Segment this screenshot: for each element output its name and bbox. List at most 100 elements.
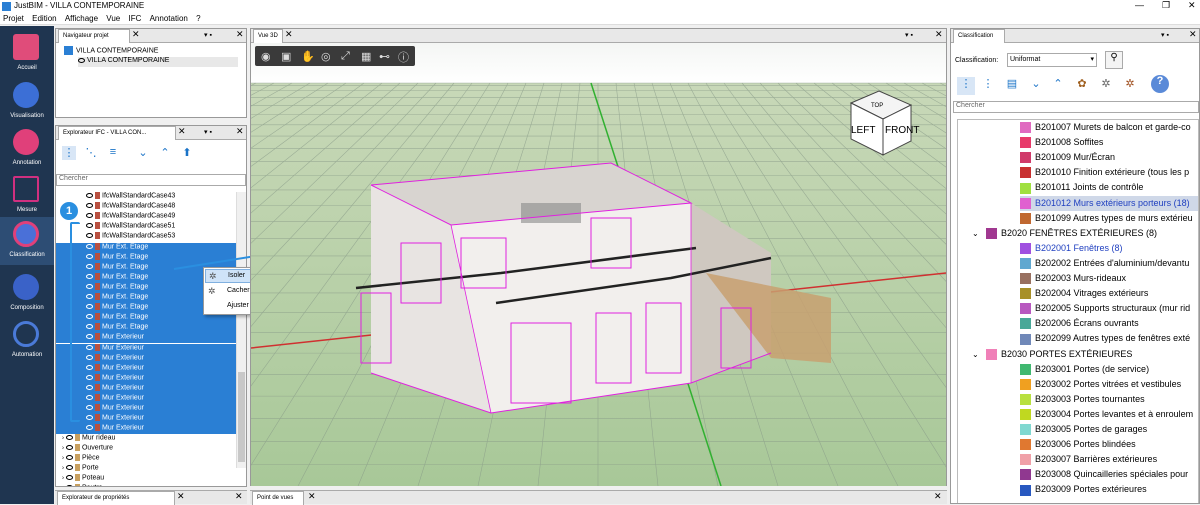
close-tab-icon[interactable]: ✕: [285, 29, 293, 40]
eye-icon[interactable]: [86, 364, 93, 370]
close-panel-icon[interactable]: ✕: [935, 29, 943, 40]
eye-icon[interactable]: [86, 415, 93, 421]
eye-icon[interactable]: [86, 243, 93, 249]
tab-classification[interactable]: Classification: [953, 29, 1005, 43]
chevron-right-icon[interactable]: ›: [62, 436, 64, 442]
table-row[interactable]: Mur Ext. Etage: [56, 252, 236, 263]
chevron-down-icon[interactable]: ⌄: [972, 347, 979, 362]
classification-row[interactable]: B203005 Portes de garages: [1020, 422, 1198, 437]
sidebar-item-composition[interactable]: Composition: [0, 270, 54, 318]
document-icon[interactable]: ▤: [1005, 77, 1019, 91]
eye-icon[interactable]: [86, 203, 93, 209]
chevron-right-icon[interactable]: ›: [62, 456, 64, 462]
classification-row[interactable]: B203002 Portes vitrées et vestibules: [1020, 377, 1198, 392]
eye-icon[interactable]: [86, 294, 93, 299]
classification-row[interactable]: B202005 Supports structuraux (mur rid: [1020, 301, 1198, 316]
tab-navigateur-projet[interactable]: Navigateur projet: [58, 29, 130, 43]
sidebar-item-annotation[interactable]: Annotation: [0, 125, 54, 173]
table-row[interactable]: IfcWallStandardCase43: [56, 192, 236, 202]
eye-icon[interactable]: [86, 354, 93, 360]
eye-icon[interactable]: [86, 253, 93, 259]
ifc-scrollbar[interactable]: [236, 192, 246, 468]
network-color-icon[interactable]: ✲: [1123, 77, 1137, 91]
classification-row[interactable]: B201008 Soffites: [1020, 135, 1198, 150]
classification-row[interactable]: B203004 Portes levantes et à enroulem: [1020, 407, 1198, 422]
close-tab-icon[interactable]: ✕: [308, 491, 316, 502]
close-tab-icon[interactable]: ✕: [178, 126, 186, 137]
close-tab-icon[interactable]: ✕: [177, 491, 185, 502]
close-panel-icon[interactable]: ✕: [1189, 29, 1197, 40]
classification-row[interactable]: B202003 Murs-rideaux: [1020, 271, 1198, 286]
nav-child[interactable]: VILLA CONTEMPORAINE: [78, 57, 238, 67]
table-row[interactable]: Mur Exterieur: [56, 343, 236, 354]
tab-vue-3d[interactable]: Vue 3D: [253, 29, 283, 43]
tree-hierarchy-icon[interactable]: ⋮: [981, 77, 995, 91]
list-item[interactable]: › Porte: [56, 464, 236, 474]
classification-row[interactable]: B202001 Fenêtres (8): [1020, 241, 1198, 256]
cube-icon[interactable]: ▣: [281, 50, 291, 63]
menu-affichage[interactable]: Affichage: [62, 13, 101, 24]
close-tab-icon[interactable]: ✕: [132, 29, 140, 40]
classification-row[interactable]: B202004 Vitrages extérieurs: [1020, 286, 1198, 301]
menu-help[interactable]: ?: [193, 13, 203, 24]
chevron-right-icon[interactable]: ›: [62, 466, 64, 472]
close-panel-icon[interactable]: ✕: [934, 491, 942, 502]
tab-point-de-vues[interactable]: Point de vues: [252, 491, 304, 505]
menu-edition[interactable]: Edition: [29, 13, 59, 24]
dock-menu-icon[interactable]: ▾ ▪: [1161, 31, 1169, 39]
sidebar-item-classification[interactable]: Classification: [0, 217, 54, 265]
eye-icon[interactable]: [86, 344, 93, 350]
menu-projet[interactable]: Projet: [0, 13, 27, 24]
plug-icon[interactable]: ⊷: [379, 50, 390, 63]
eye-icon[interactable]: [86, 324, 93, 330]
help-icon[interactable]: ?: [1151, 75, 1169, 93]
classification-row[interactable]: B201011 Joints de contrôle: [1020, 180, 1198, 195]
classification-select[interactable]: Uniformat ▾: [1007, 53, 1097, 67]
classification-row[interactable]: B203008 Quincailleries spéciales pour: [1020, 467, 1198, 482]
table-row[interactable]: Mur Exterieur: [56, 373, 236, 384]
eye-icon[interactable]: [86, 304, 93, 310]
eye-icon[interactable]: [86, 374, 93, 380]
collapse-all-icon[interactable]: ⌃: [1051, 77, 1065, 91]
arrow-up-icon[interactable]: ⬆: [180, 146, 194, 160]
classification-row[interactable]: B203006 Portes blindées: [1020, 437, 1198, 452]
collapse-all-icon[interactable]: ⌃: [158, 146, 172, 160]
palette-icon[interactable]: ✿: [1075, 77, 1089, 91]
table-row[interactable]: Mur Exterieur: [56, 424, 236, 435]
camera-icon[interactable]: ◉: [261, 50, 271, 63]
tree-expand-icon[interactable]: ⋮: [957, 77, 975, 95]
table-row[interactable]: Mur Ext. Etage: [56, 242, 236, 253]
table-row[interactable]: Mur Exterieur: [56, 404, 236, 415]
classification-settings-icon[interactable]: ⚲: [1105, 51, 1123, 69]
list-item[interactable]: › Poutre: [56, 484, 236, 486]
eye-icon[interactable]: [65, 435, 73, 441]
grid-icon[interactable]: ▦: [361, 50, 371, 63]
table-row[interactable]: Mur Exterieur: [56, 414, 236, 425]
chevron-right-icon[interactable]: ›: [62, 476, 64, 482]
expand-all-icon[interactable]: ⌄: [1029, 77, 1043, 91]
ifc-search-input[interactable]: Chercher: [56, 174, 246, 186]
classification-row[interactable]: B201009 Mur/Écran: [1020, 150, 1198, 165]
list-item[interactable]: › Ouverture: [56, 444, 236, 454]
classification-row[interactable]: B203003 Portes tournantes: [1020, 392, 1198, 407]
classification-row[interactable]: ⌄ B2030 PORTES EXTÉRIEURES: [972, 347, 1198, 362]
table-row[interactable]: IfcWallStandardCase48: [56, 202, 236, 212]
list-item[interactable]: › Poteau: [56, 474, 236, 484]
sidebar-item-mesure[interactable]: Mesure: [0, 172, 54, 220]
dock-menu-icon[interactable]: ▾ ▪: [905, 31, 913, 39]
eye-icon[interactable]: [86, 273, 93, 279]
classification-row[interactable]: B202006 Écrans ouvrants: [1020, 316, 1198, 331]
tree-expand-icon[interactable]: ⋮: [62, 146, 76, 160]
chevron-right-icon[interactable]: ›: [62, 446, 64, 452]
table-row[interactable]: Mur Exterieur: [56, 353, 236, 364]
eye-icon[interactable]: [65, 465, 73, 471]
fit-icon[interactable]: ⤢: [341, 50, 350, 63]
close-panel-icon[interactable]: ✕: [236, 29, 244, 40]
list-icon[interactable]: ≡: [106, 146, 120, 160]
classification-row[interactable]: B201010 Finition extérieure (tous les p: [1020, 165, 1198, 180]
scrollbar-thumb[interactable]: [238, 372, 245, 462]
list-item[interactable]: › Mur rideau: [56, 434, 236, 444]
eye-icon[interactable]: [86, 193, 93, 198]
table-row[interactable]: Mur Exterieur: [56, 333, 236, 344]
sidebar-item-automation[interactable]: Automation: [0, 317, 54, 365]
